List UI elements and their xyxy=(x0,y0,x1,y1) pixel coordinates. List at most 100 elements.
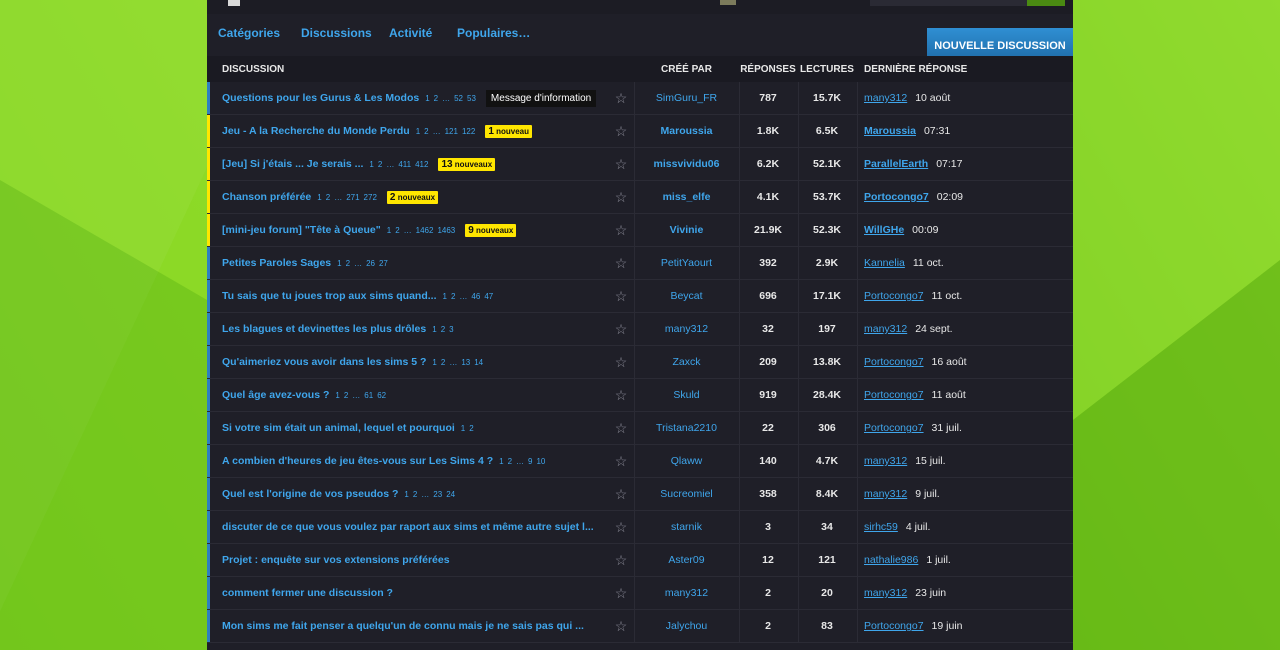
table-row[interactable]: Quel est l'origine de vos pseudos ? 1 2 … 23… xyxy=(207,478,1073,511)
page-link[interactable]: 1462 xyxy=(416,226,434,235)
discussion-title[interactable]: [mini-jeu forum] "Tête à Queue" xyxy=(222,224,381,236)
discussion-title[interactable]: A combien d'heures de jeu êtes-vous sur … xyxy=(222,455,493,467)
last-reply-user[interactable]: many312 xyxy=(864,455,907,467)
page-link[interactable]: 23 xyxy=(433,490,442,499)
star-outline-icon[interactable]: ☆ xyxy=(613,214,629,246)
discussion-title[interactable]: Si votre sim était un animal, lequel et … xyxy=(222,422,455,434)
author-link[interactable]: Tristana2210 xyxy=(634,412,739,444)
page-link[interactable]: 2 xyxy=(451,292,455,301)
header-last-reply[interactable]: DERNIÈRE RÉPONSE xyxy=(864,64,967,75)
page-link[interactable]: 122 xyxy=(462,127,475,136)
table-row[interactable]: Projet : enquête sur vos extensions préf… xyxy=(207,544,1073,577)
header-discussion[interactable]: DISCUSSION xyxy=(222,64,284,75)
table-row[interactable]: Quel âge avez-vous ? 1 2 … 61 62 ☆ Skuld 919 28.4… xyxy=(207,379,1073,412)
last-reply-user[interactable]: ParallelEarth xyxy=(864,158,928,170)
page-links[interactable]: 1 2 … 52 53 xyxy=(425,94,480,103)
last-reply-user[interactable]: Portocongo7 xyxy=(864,620,924,632)
table-row[interactable]: Tu sais que tu joues trop aux sims quand… xyxy=(207,280,1073,313)
table-row[interactable]: comment fermer une discussion ? ☆ many312 2… xyxy=(207,577,1073,610)
page-links[interactable]: 1 2 … 121 122 xyxy=(416,127,480,136)
author-link[interactable]: many312 xyxy=(634,313,739,345)
nav-discussions[interactable]: Discussions xyxy=(301,26,372,40)
discussion-title[interactable]: Quel est l'origine de vos pseudos ? xyxy=(222,488,398,500)
page-link[interactable]: 411 xyxy=(398,160,411,169)
last-reply-user[interactable]: nathalie986 xyxy=(864,554,918,566)
author-link[interactable]: Qlaww xyxy=(634,445,739,477)
page-link[interactable]: 1 xyxy=(432,358,436,367)
nav-activity[interactable]: Activité xyxy=(389,26,432,40)
table-row[interactable]: [mini-jeu forum] "Tête à Queue" 1 2 … 1462 14… xyxy=(207,214,1073,247)
page-link[interactable]: 2 xyxy=(344,391,348,400)
page-link[interactable]: … xyxy=(352,391,360,400)
page-link[interactable]: … xyxy=(386,160,394,169)
author-link[interactable]: starnik xyxy=(634,511,739,543)
table-row[interactable]: Jeu - A la Recherche du Monde Perdu 1 2… 12… xyxy=(207,115,1073,148)
page-link[interactable]: 2 xyxy=(508,457,512,466)
page-link[interactable]: 1 xyxy=(416,127,420,136)
page-link[interactable]: 2 xyxy=(413,490,417,499)
star-outline-icon[interactable]: ☆ xyxy=(613,412,629,444)
nav-categories[interactable]: Catégories xyxy=(218,26,280,40)
discussion-title[interactable]: Quel âge avez-vous ? xyxy=(222,389,329,401)
table-row[interactable]: Qu'aimeriez vous avoir dans les sims 5 ?… xyxy=(207,346,1073,379)
page-link[interactable]: 47 xyxy=(484,292,493,301)
star-outline-icon[interactable]: ☆ xyxy=(613,148,629,180)
discussion-title[interactable]: Chanson préférée xyxy=(222,191,311,203)
discussion-title[interactable]: Les blagues et devinettes les plus drôle… xyxy=(222,323,426,335)
page-link[interactable]: 53 xyxy=(467,94,476,103)
discussion-title[interactable]: [Jeu] Si j'étais ... Je serais ... xyxy=(222,158,363,170)
page-links[interactable]: 1 2 … 23 24 xyxy=(404,490,459,499)
page-link[interactable]: 1 xyxy=(432,325,436,334)
table-row[interactable]: A combien d'heures de jeu êtes-vous sur … xyxy=(207,445,1073,478)
page-link[interactable]: 1 xyxy=(335,391,339,400)
page-link[interactable]: … xyxy=(459,292,467,301)
author-link[interactable]: Aster09 xyxy=(634,544,739,576)
page-link[interactable]: 2 xyxy=(441,358,445,367)
page-link[interactable]: … xyxy=(354,259,362,268)
page-links[interactable]: 123 xyxy=(432,325,457,334)
table-row[interactable]: Chanson préférée 1 2… 271 272 2 nouveaux ☆ miss… xyxy=(207,181,1073,214)
last-reply-user[interactable]: many312 xyxy=(864,323,907,335)
last-reply-user[interactable]: many312 xyxy=(864,92,907,104)
page-link[interactable]: 412 xyxy=(415,160,428,169)
search-input[interactable] xyxy=(870,0,1030,6)
page-link[interactable]: 1463 xyxy=(437,226,455,235)
star-outline-icon[interactable]: ☆ xyxy=(613,610,629,642)
page-link[interactable]: … xyxy=(421,490,429,499)
page-links[interactable]: 1 2 … 26 27 xyxy=(337,259,392,268)
star-outline-icon[interactable]: ☆ xyxy=(613,115,629,147)
table-row[interactable]: discuter de ce que vous voulez par rapor… xyxy=(207,511,1073,544)
last-reply-user[interactable]: Portocongo7 xyxy=(864,389,924,401)
page-link[interactable]: 1 xyxy=(337,259,341,268)
page-links[interactable]: 1 2 … 411 412 xyxy=(369,160,432,169)
discussion-title[interactable]: Questions pour les Gurus & Les Modos xyxy=(222,92,419,104)
header-replies[interactable]: RÉPONSES xyxy=(739,64,797,75)
page-link[interactable]: 26 xyxy=(366,259,375,268)
user-avatar[interactable] xyxy=(720,0,736,5)
last-reply-user[interactable]: sirhc59 xyxy=(864,521,898,533)
page-link[interactable]: 46 xyxy=(471,292,480,301)
page-link[interactable]: 62 xyxy=(377,391,386,400)
author-link[interactable]: SimGuru_FR xyxy=(634,82,739,114)
page-link[interactable]: 2 xyxy=(441,325,445,334)
page-link[interactable]: 1 xyxy=(387,226,391,235)
logo[interactable] xyxy=(228,0,240,6)
table-row[interactable]: Petites Paroles Sages 1 2 … 26 27 ☆ PetitYaourt… xyxy=(207,247,1073,280)
discussion-title[interactable]: Petites Paroles Sages xyxy=(222,257,331,269)
search-button[interactable] xyxy=(1027,0,1065,6)
page-link[interactable]: 2 xyxy=(424,127,428,136)
page-link[interactable]: 1 xyxy=(369,160,373,169)
page-link[interactable]: … xyxy=(442,94,450,103)
table-row[interactable]: [Jeu] Si j'étais ... Je serais ... 1 2 … 411… xyxy=(207,148,1073,181)
discussion-title[interactable]: Tu sais que tu joues trop aux sims quand… xyxy=(222,290,437,302)
last-reply-user[interactable]: many312 xyxy=(864,587,907,599)
star-outline-icon[interactable]: ☆ xyxy=(613,544,629,576)
author-link[interactable]: Vivinie xyxy=(634,214,739,246)
page-link[interactable]: 3 xyxy=(449,325,453,334)
page-link[interactable]: 14 xyxy=(474,358,483,367)
last-reply-user[interactable]: Portocongo7 xyxy=(864,422,924,434)
last-reply-user[interactable]: Maroussia xyxy=(864,125,916,137)
star-outline-icon[interactable]: ☆ xyxy=(613,445,629,477)
page-link[interactable]: 9 xyxy=(528,457,532,466)
last-reply-user[interactable]: WillGHe xyxy=(864,224,904,236)
